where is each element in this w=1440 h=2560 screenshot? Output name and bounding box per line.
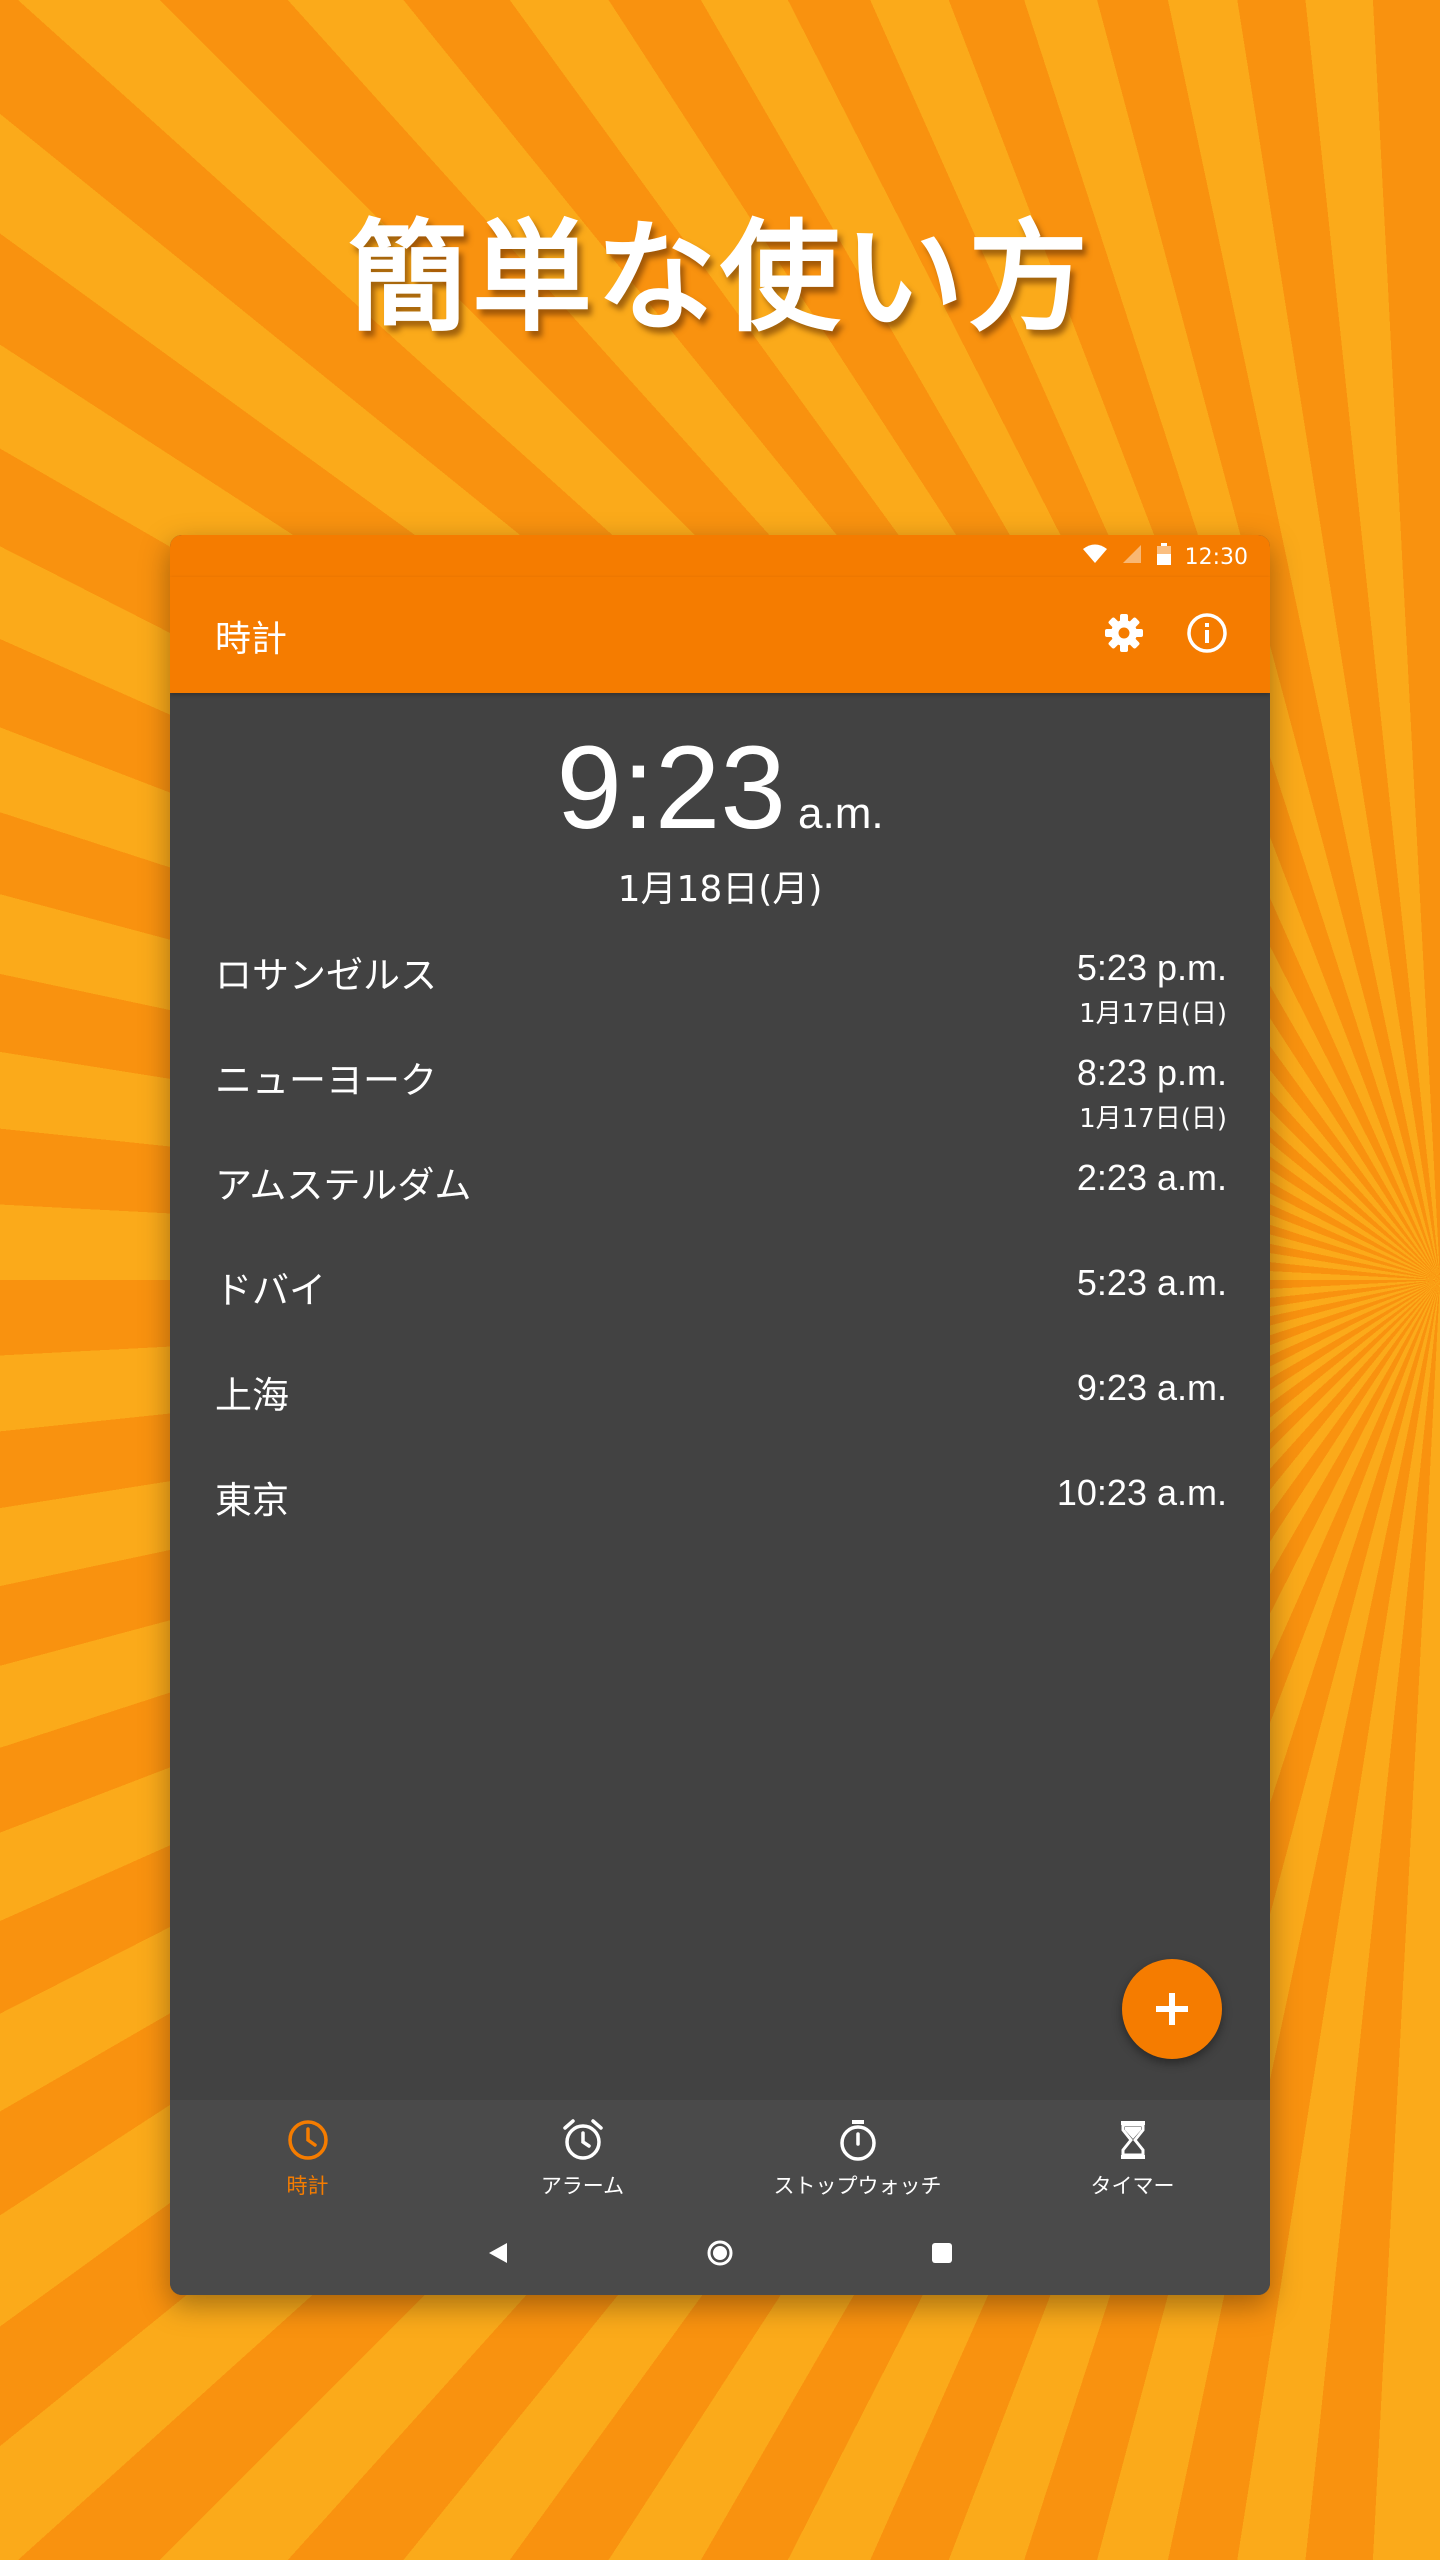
city-name: 東京	[215, 1479, 289, 1522]
city-time: 10:23 a.m.	[1056, 1472, 1227, 1513]
city-name: ドバイ	[215, 1269, 326, 1312]
city-time: 8:23 p.m.	[1076, 1052, 1227, 1093]
city-name: ニューヨーク	[215, 1059, 437, 1102]
device-screen: 12:30 時計 9:23 a.m. 1月18日(月) ロサンゼルス 5:23 …	[170, 535, 1270, 2295]
city-row-los-angeles[interactable]: ロサンゼルス 5:23 p.m. 1月17日(日)	[215, 945, 1227, 1050]
app-title: 時計	[215, 619, 288, 660]
city-time: 5:23 p.m.	[1076, 947, 1227, 988]
nav-label: アラーム	[540, 2174, 625, 2198]
settings-gear-icon[interactable]	[1098, 607, 1150, 659]
alarm-icon	[562, 2119, 603, 2160]
city-row-dubai[interactable]: ドバイ 5:23 a.m.	[215, 1260, 1227, 1365]
stopwatch-icon	[839, 2120, 876, 2161]
city-row-tokyo[interactable]: 東京 10:23 a.m.	[215, 1470, 1227, 1575]
main-clock-time: 9:23	[556, 722, 787, 854]
hourglass-icon	[1120, 2121, 1145, 2159]
headline: 簡単な使い方	[348, 209, 1092, 348]
status-bar: 12:30	[170, 535, 1270, 577]
city-row-amsterdam[interactable]: アムステルダム 2:23 a.m.	[215, 1155, 1227, 1260]
add-city-button[interactable]	[1122, 1959, 1222, 2059]
nav-tab-alarm[interactable]: アラーム	[445, 2118, 720, 2200]
system-navigation-bar	[170, 2210, 1270, 2295]
main-clock-ampm: a.m.	[798, 789, 884, 838]
city-name: ロサンゼルス	[215, 954, 437, 997]
nav-tab-timer[interactable]: タイマー	[995, 2118, 1270, 2200]
clock-icon	[287, 2120, 328, 2160]
city-time: 2:23 a.m.	[1076, 1157, 1227, 1198]
world-clock-list: ロサンゼルス 5:23 p.m. 1月17日(日) ニューヨーク 8:23 p.…	[215, 945, 1227, 1575]
recents-icon[interactable]	[924, 2235, 960, 2271]
city-time: 5:23 a.m.	[1076, 1262, 1227, 1303]
main-clock-date: 1月18日(月)	[617, 869, 823, 910]
signal-icon	[1121, 543, 1143, 571]
city-time: 9:23 a.m.	[1076, 1367, 1227, 1408]
nav-tab-stopwatch[interactable]: ストップウォッチ	[720, 2118, 995, 2200]
home-icon[interactable]	[702, 2235, 738, 2271]
bottom-navigation: 時計 アラーム ストップウォッチ タイマー	[170, 2100, 1270, 2210]
info-icon[interactable]	[1181, 607, 1233, 659]
city-row-shanghai[interactable]: 上海 9:23 a.m.	[215, 1365, 1227, 1470]
battery-icon	[1156, 543, 1171, 571]
nav-label: ストップウォッチ	[773, 2174, 942, 2198]
plus-icon	[1156, 1993, 1188, 2025]
nav-label: タイマー	[1090, 2174, 1175, 2198]
back-icon[interactable]	[480, 2235, 516, 2271]
app-bar: 時計	[170, 577, 1270, 693]
status-time: 12:30	[1184, 544, 1248, 570]
city-row-new-york[interactable]: ニューヨーク 8:23 p.m. 1月17日(日)	[215, 1050, 1227, 1155]
nav-tab-clock[interactable]: 時計	[170, 2118, 445, 2200]
main-clock: 9:23 a.m.	[170, 720, 1270, 856]
city-date: 1月17日(日)	[1079, 1104, 1227, 1134]
city-name: 上海	[215, 1374, 289, 1417]
nav-label: 時計	[286, 2174, 329, 2198]
wifi-icon	[1082, 544, 1107, 570]
city-name: アムステルダム	[215, 1164, 472, 1207]
city-date: 1月17日(日)	[1079, 999, 1227, 1029]
